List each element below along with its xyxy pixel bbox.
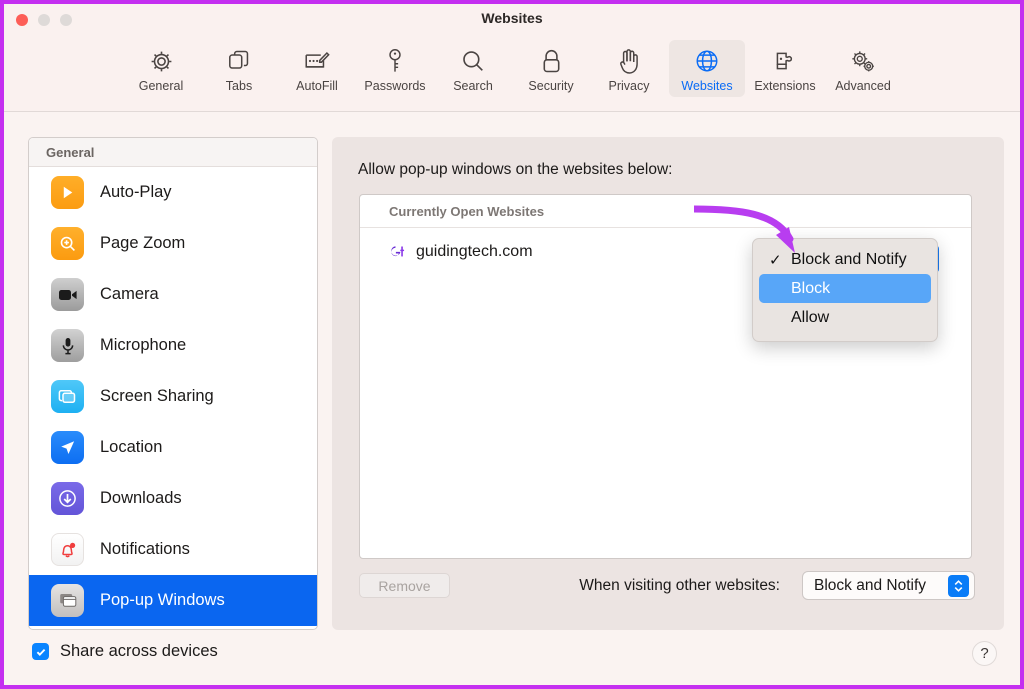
tab-label: Privacy — [609, 79, 650, 93]
settings-sidebar: General Auto-Play Page Zoom Camera — [28, 137, 318, 630]
tab-label: Search — [453, 79, 493, 93]
menu-item-label: Block — [791, 280, 830, 298]
sidebar-item-microphone[interactable]: Microphone — [29, 320, 317, 371]
hand-icon — [617, 46, 641, 76]
tab-websites[interactable]: Websites — [669, 40, 745, 97]
sidebar-item-label: Location — [100, 438, 162, 457]
sidebar-item-pop-up-windows[interactable]: Pop-up Windows — [29, 575, 317, 626]
sidebar-item-camera[interactable]: Camera — [29, 269, 317, 320]
bell-icon — [51, 533, 84, 566]
lock-icon — [540, 46, 563, 76]
tab-autofill[interactable]: AutoFill — [279, 40, 355, 97]
menu-item-allow[interactable]: Allow — [759, 303, 931, 332]
tab-label: AutoFill — [296, 79, 338, 93]
sidebar-item-label: Microphone — [100, 336, 186, 355]
other-websites-popup-button[interactable]: Block and Notify — [802, 571, 975, 600]
sidebar-item-label: Pop-up Windows — [100, 591, 225, 610]
tab-advanced[interactable]: Advanced — [825, 40, 901, 97]
sidebar-item-label: Screen Sharing — [100, 387, 214, 406]
preferences-toolbar: General Tabs — [4, 36, 1020, 112]
gears-icon — [849, 46, 877, 76]
tab-search[interactable]: Search — [435, 40, 511, 97]
sidebar-item-page-zoom[interactable]: Page Zoom — [29, 218, 317, 269]
other-websites-label: When visiting other websites: — [579, 577, 780, 595]
location-icon — [51, 431, 84, 464]
screen-sharing-icon — [51, 380, 84, 413]
popup-windows-icon — [51, 584, 84, 617]
title-bar: Websites — [4, 4, 1020, 36]
menu-item-label: Allow — [791, 309, 829, 327]
list-section-header: Currently Open Websites — [360, 195, 971, 228]
sidebar-item-label: Camera — [100, 285, 159, 304]
globe-icon — [694, 46, 720, 76]
sidebar-item-auto-play[interactable]: Auto-Play — [29, 167, 317, 218]
tab-tabs[interactable]: Tabs — [201, 40, 277, 97]
sidebar-item-screen-sharing[interactable]: Screen Sharing — [29, 371, 317, 422]
menu-item-block[interactable]: Block — [759, 274, 931, 303]
gear-icon — [148, 46, 175, 76]
play-icon — [51, 176, 84, 209]
panel-heading: Allow pop-up windows on the websites bel… — [358, 161, 672, 179]
chevron-up-down-icon — [948, 575, 969, 597]
guidingtech-logo-icon — [389, 244, 406, 261]
microphone-icon — [51, 329, 84, 362]
share-across-devices-checkbox[interactable] — [32, 643, 49, 660]
sidebar-item-label: Downloads — [100, 489, 182, 508]
sidebar-item-label: Notifications — [100, 540, 190, 559]
tab-label: Websites — [681, 79, 732, 93]
sidebar-item-label: Page Zoom — [100, 234, 185, 253]
tabs-icon — [226, 46, 252, 76]
remove-button[interactable]: Remove — [359, 573, 450, 598]
key-icon — [383, 46, 407, 76]
tab-privacy[interactable]: Privacy — [591, 40, 667, 97]
websites-settings-panel: Allow pop-up windows on the websites bel… — [332, 137, 1004, 630]
tab-label: Extensions — [754, 79, 815, 93]
preferences-window: Websites General Tabs — [0, 0, 1024, 689]
tab-label: Security — [528, 79, 573, 93]
site-setting-dropdown-menu: ✓ Block and Notify Block Allow — [752, 238, 938, 342]
tab-security[interactable]: Security — [513, 40, 589, 97]
sidebar-item-label: Auto-Play — [100, 183, 172, 202]
tab-label: Advanced — [835, 79, 891, 93]
site-name: guidingtech.com — [416, 243, 533, 261]
sidebar-item-notifications[interactable]: Notifications — [29, 524, 317, 575]
autofill-icon — [303, 46, 331, 76]
camera-icon — [51, 278, 84, 311]
other-websites-popup-value: Block and Notify — [814, 577, 926, 595]
tab-label: General — [139, 79, 183, 93]
tab-passwords[interactable]: Passwords — [357, 40, 433, 97]
check-icon: ✓ — [769, 251, 783, 269]
downloads-icon — [51, 482, 84, 515]
tab-general[interactable]: General — [123, 40, 199, 97]
menu-item-block-and-notify[interactable]: ✓ Block and Notify — [759, 245, 931, 274]
sidebar-header: General — [29, 138, 317, 167]
share-across-devices-label: Share across devices — [60, 642, 218, 661]
help-button[interactable]: ? — [972, 641, 997, 666]
window-title: Websites — [4, 10, 1020, 26]
share-across-devices-row[interactable]: Share across devices — [32, 642, 218, 661]
puzzle-icon — [772, 46, 798, 76]
tab-label: Passwords — [364, 79, 425, 93]
magnifier-icon — [460, 46, 486, 76]
page-zoom-icon — [51, 227, 84, 260]
menu-item-label: Block and Notify — [791, 251, 907, 269]
tab-extensions[interactable]: Extensions — [747, 40, 823, 97]
sidebar-item-location[interactable]: Location — [29, 422, 317, 473]
sidebar-item-downloads[interactable]: Downloads — [29, 473, 317, 524]
tab-label: Tabs — [226, 79, 252, 93]
